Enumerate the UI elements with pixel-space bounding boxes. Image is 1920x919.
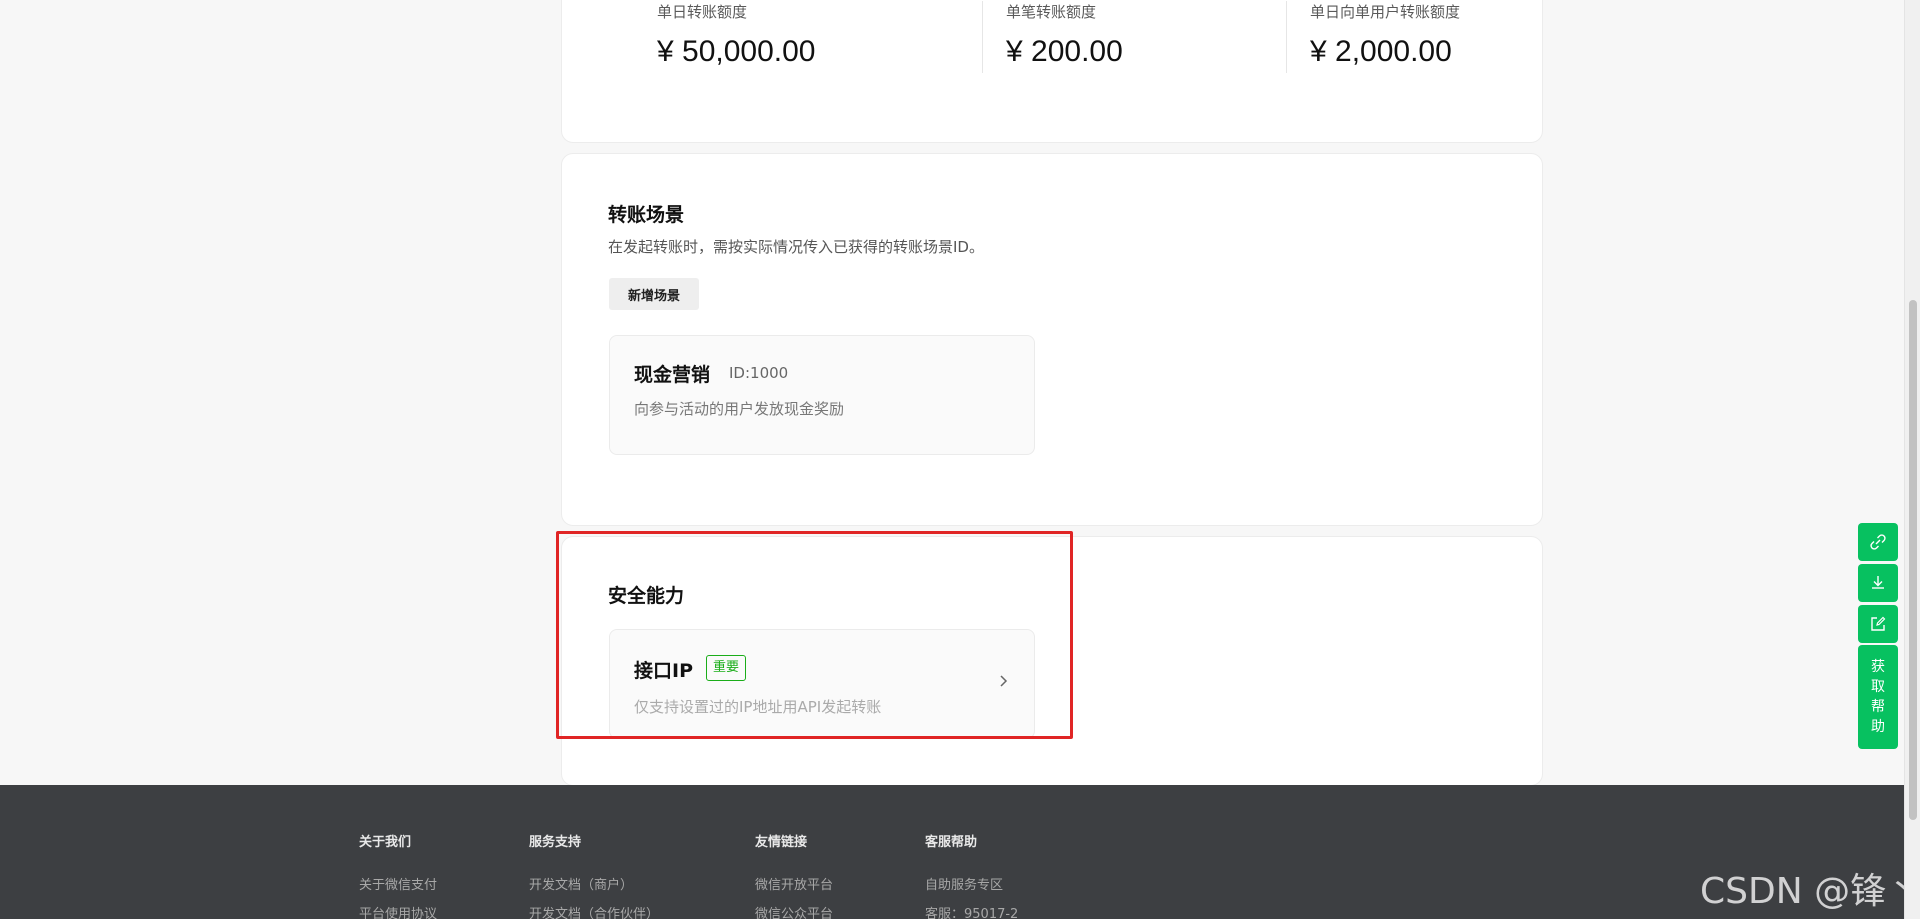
footer-link: 客服：95017-2: [925, 907, 1019, 919]
section-title: 安全能力: [608, 585, 685, 607]
footer-heading: 客服帮助: [925, 835, 978, 850]
ip-item-name: 接口IP: [634, 660, 693, 682]
download-button[interactable]: [1858, 564, 1898, 602]
help-char: 获: [1871, 659, 1885, 675]
footer-heading: 服务支持: [529, 835, 582, 850]
footer-link[interactable]: 开发文档（商户）: [529, 874, 633, 893]
scene-name: 现金营销: [634, 364, 711, 386]
security-capability-card: 安全能力 接口IP 重要 仅支持设置过的IP地址用API发起转账: [561, 536, 1543, 786]
transfer-scenes-card: 转账场景 在发起转账时，需按实际情况传入已获得的转账场景ID。 新增场景 现金营…: [561, 153, 1543, 526]
footer-link[interactable]: 自助服务专区: [925, 874, 1003, 893]
footer-link[interactable]: 微信公众平台: [755, 903, 833, 919]
help-char: 取: [1871, 679, 1885, 695]
divider: [982, 1, 983, 73]
daily-limit-label: 单日转账额度: [657, 3, 748, 21]
chevron-right-icon: [1000, 675, 1008, 687]
footer-link[interactable]: 微信开放平台: [755, 874, 833, 893]
add-scene-button[interactable]: 新增场景: [609, 278, 699, 310]
scrollbar-thumb[interactable]: [1909, 300, 1917, 820]
get-help-button[interactable]: 获 取 帮 助: [1858, 645, 1898, 749]
footer-link[interactable]: 平台使用协议: [359, 903, 437, 919]
transfer-limits-card: 单日转账额度 ¥ 50,000.00 单笔转账额度 ¥ 200.00 单日向单用…: [561, 0, 1543, 143]
footer-heading: 关于我们: [359, 835, 412, 850]
vertical-scrollbar[interactable]: [1904, 0, 1920, 919]
help-char: 助: [1871, 719, 1885, 735]
footer-link[interactable]: 开发文档（合作伙伴）: [529, 903, 659, 919]
footer-heading: 友情链接: [755, 835, 808, 850]
download-icon: [1872, 576, 1884, 589]
scene-description: 向参与活动的用户发放现金奖励: [634, 400, 845, 418]
scene-card[interactable]: 现金营销 ID:1000 向参与活动的用户发放现金奖励: [609, 335, 1035, 455]
ip-item-description: 仅支持设置过的IP地址用API发起转账: [634, 698, 882, 716]
single-limit-value: ¥ 200.00: [1006, 35, 1123, 68]
section-title: 转账场景: [608, 204, 685, 226]
daily-limit-value: ¥ 50,000.00: [657, 35, 816, 68]
per-user-limit-label: 单日向单用户转账额度: [1310, 3, 1461, 21]
copy-link-button[interactable]: [1858, 523, 1898, 561]
scene-id: ID:1000: [729, 364, 789, 382]
page-footer: 关于我们 关于微信支付 平台使用协议 服务支持 开发文档（商户） 开发文档（合作…: [0, 785, 1904, 919]
help-char: 帮: [1871, 699, 1885, 715]
csdn-watermark: CSDN @锋丶/: [1700, 871, 1920, 912]
divider: [1286, 1, 1287, 73]
interface-ip-item[interactable]: 接口IP 重要 仅支持设置过的IP地址用API发起转账: [609, 629, 1035, 739]
important-badge: 重要: [706, 655, 747, 681]
single-limit-label: 单笔转账额度: [1006, 3, 1097, 21]
link-icon: [1870, 534, 1886, 550]
footer-link[interactable]: 关于微信支付: [359, 874, 437, 893]
section-description: 在发起转账时，需按实际情况传入已获得的转账场景ID。: [608, 238, 984, 256]
per-user-limit-value: ¥ 2,000.00: [1310, 35, 1452, 68]
edit-icon: [1871, 616, 1886, 631]
feedback-button[interactable]: [1858, 605, 1898, 643]
